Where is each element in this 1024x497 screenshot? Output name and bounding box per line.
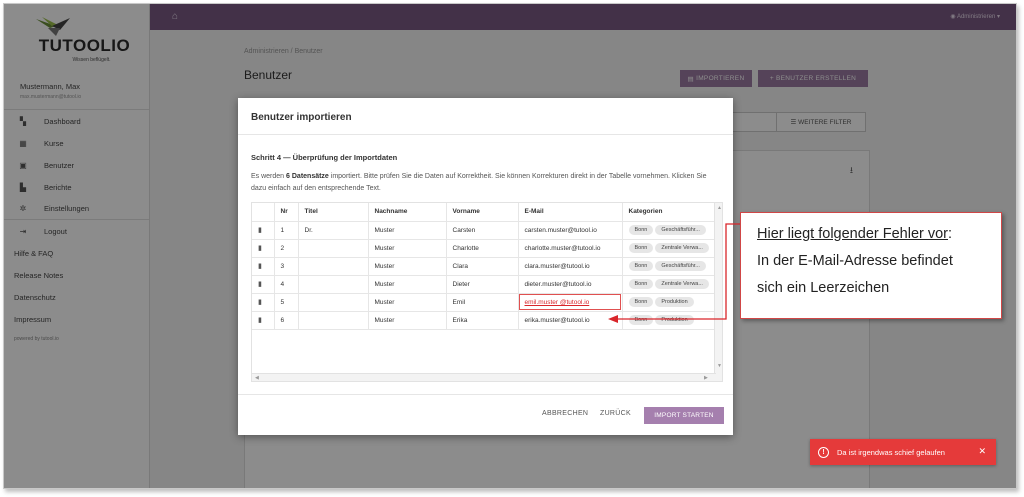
- error-annotation: Hier liegt folgender Fehler vor: In der …: [740, 212, 1002, 319]
- error-toast: ! Da ist irgendwas schief gelaufen ✕: [810, 439, 996, 465]
- alert-icon: !: [818, 446, 829, 458]
- annotation-line-2: In der E-Mail-Adresse befindet: [757, 253, 953, 269]
- annotation-colon: :: [948, 226, 953, 242]
- toast-message: Da ist irgendwas schief gelaufen: [837, 447, 945, 457]
- annotation-line-3: sich ein Leerzeichen: [757, 280, 890, 296]
- annotation-line-1: Hier liegt folgender Fehler vor:: [757, 221, 1001, 248]
- annotation-heading: Hier liegt folgender Fehler vor: [757, 226, 949, 242]
- close-icon[interactable]: ✕: [978, 446, 986, 457]
- app-window: TUTOOLIO Wissen beflügelt. Mustermann, M…: [3, 3, 1017, 489]
